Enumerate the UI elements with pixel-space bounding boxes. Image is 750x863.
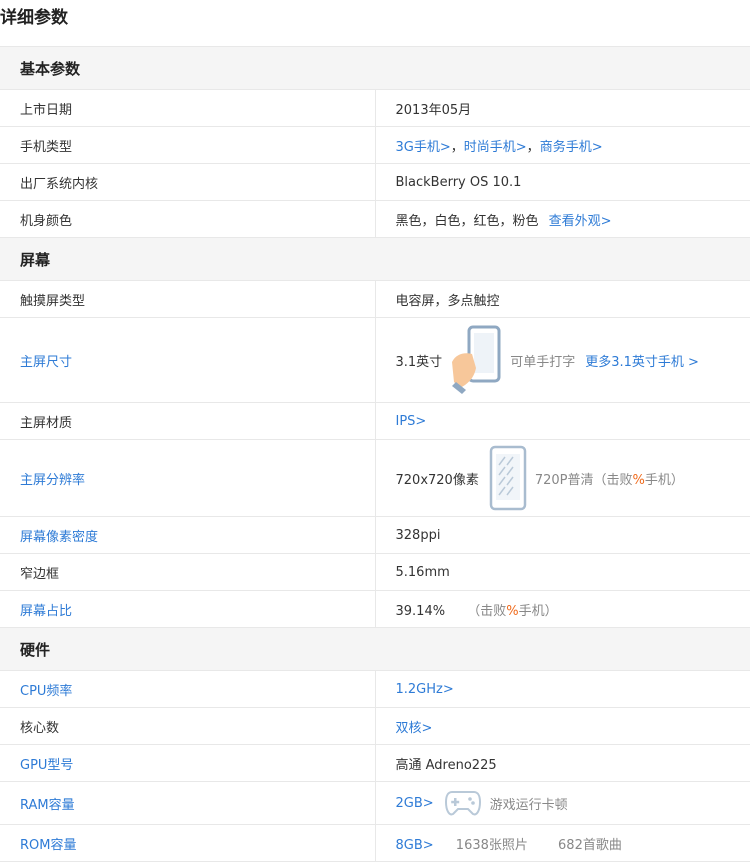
spec-label: 上市日期: [0, 89, 376, 127]
table-row: 主屏材质 IPS>: [0, 402, 750, 440]
spec-label: 主屏材质: [0, 402, 376, 440]
spec-value: 2GB> 游戏运行卡顿: [396, 788, 750, 818]
cores-link[interactable]: 双核>: [396, 721, 433, 736]
cpu-link[interactable]: 1.2GHz>: [396, 682, 454, 697]
spec-label[interactable]: ROM容量: [0, 824, 376, 862]
spec-value: BlackBerry OS 10.1: [375, 163, 750, 201]
spec-label[interactable]: 主屏分辨率: [0, 439, 376, 517]
more-size-phones-link[interactable]: 更多3.1英寸手机 >: [585, 351, 699, 370]
spec-label[interactable]: CPU频率: [0, 670, 376, 708]
spec-label: 核心数: [0, 707, 376, 745]
table-row: 核心数 双核>: [0, 707, 750, 745]
separator: ，: [450, 139, 464, 155]
percent-highlight: %: [632, 472, 645, 488]
table-row: 屏幕像素密度 328ppi: [0, 516, 750, 554]
table-row: 机身颜色 黑色，白色，红色，粉色 查看外观>: [0, 200, 750, 238]
resolution-note: 720P普清（击败%手机）: [534, 472, 684, 488]
gamepad-icon: [444, 788, 482, 818]
spec-label[interactable]: 主屏尺寸: [0, 317, 376, 403]
section-screen: 屏幕: [0, 237, 750, 281]
spec-value: 电容屏，多点触控: [375, 280, 750, 318]
spec-value: 高通 Adreno225: [375, 744, 750, 782]
spec-label[interactable]: RAM容量: [0, 781, 376, 825]
table-row: 手机类型 3G手机>，时尚手机>，商务手机>: [0, 126, 750, 164]
section-title: 基本参数: [0, 46, 750, 90]
phone-screen-icon: [489, 445, 527, 511]
table-row: 窄边框 5.16mm: [0, 553, 750, 591]
table-row: GPU型号 高通 Adreno225: [0, 744, 750, 782]
hand-phone-icon: [450, 324, 502, 396]
spec-table: 基本参数 上市日期 2013年05月 手机类型 3G手机>，时尚手机>，商务手机…: [0, 46, 750, 862]
screen-size-note: 可单手打字: [510, 354, 576, 370]
spec-label[interactable]: 屏幕像素密度: [0, 516, 376, 554]
spec-value: 720x720像素 720P普清（击败%手机）: [396, 445, 750, 511]
screen-ratio-note: （击败%手机）: [467, 603, 558, 619]
spec-label: 触摸屏类型: [0, 280, 376, 318]
spec-label: 出厂系统内核: [0, 163, 376, 201]
percent-highlight: %: [506, 603, 519, 619]
section-basic: 基本参数: [0, 46, 750, 90]
ips-link[interactable]: IPS>: [396, 414, 427, 429]
spec-label: 手机类型: [0, 126, 376, 164]
table-row: 上市日期 2013年05月: [0, 89, 750, 127]
spec-value: 5.16mm: [375, 553, 750, 591]
spec-label[interactable]: GPU型号: [0, 744, 376, 782]
color-list: 黑色，白色，红色，粉色: [395, 213, 539, 229]
separator: ，: [526, 139, 540, 155]
section-title: 屏幕: [0, 237, 750, 281]
rom-link[interactable]: 8GB>: [396, 838, 434, 853]
spec-value: 3G手机>，时尚手机>，商务手机>: [375, 126, 750, 164]
spec-label: 窄边框: [0, 553, 376, 591]
spec-value: 328ppi: [375, 516, 750, 554]
table-row: 出厂系统内核 BlackBerry OS 10.1: [0, 163, 750, 201]
phone-type-link-business[interactable]: 商务手机>: [540, 140, 603, 155]
page-title: 详细参数: [0, 8, 68, 28]
section-hardware: 硬件: [0, 627, 750, 671]
phone-type-link-3g[interactable]: 3G手机>: [396, 140, 451, 155]
rom-photos: 1638张照片: [455, 837, 528, 853]
table-row: 触摸屏类型 电容屏，多点触控: [0, 280, 750, 318]
spec-value: 黑色，白色，红色，粉色 查看外观>: [375, 200, 750, 238]
table-row: CPU频率 1.2GHz>: [0, 670, 750, 708]
table-row: RAM容量 2GB> 游戏运行卡顿: [0, 781, 750, 825]
spec-value: 2013年05月: [375, 89, 750, 127]
rom-songs: 682首歌曲: [558, 837, 622, 853]
screen-ratio-value: 39.14%: [395, 603, 446, 619]
spec-label[interactable]: 屏幕占比: [0, 590, 376, 628]
table-row: 主屏分辨率 720x720像素 720P普清（击败%手机）: [0, 439, 750, 517]
table-row: 屏幕占比 39.14% （击败%手机）: [0, 590, 750, 628]
phone-type-link-fashion[interactable]: 时尚手机>: [464, 140, 527, 155]
spec-label: 机身颜色: [0, 200, 376, 238]
ram-note: 游戏运行卡顿: [489, 797, 568, 813]
section-title: 硬件: [0, 627, 750, 671]
spec-value: 3.1英寸 可单手打字 更多3.1英寸手机 >: [396, 324, 750, 396]
table-row: ROM容量 8GB> 1638张照片 682首歌曲: [0, 824, 750, 862]
screen-size-value: 3.1英寸: [395, 354, 443, 370]
ram-link[interactable]: 2GB>: [396, 796, 434, 811]
view-appearance-link[interactable]: 查看外观>: [549, 214, 612, 229]
resolution-value: 720x720像素: [395, 472, 479, 488]
table-row: 主屏尺寸 3.1英寸 可单手打字 更多3.1英寸手机 >: [0, 317, 750, 403]
